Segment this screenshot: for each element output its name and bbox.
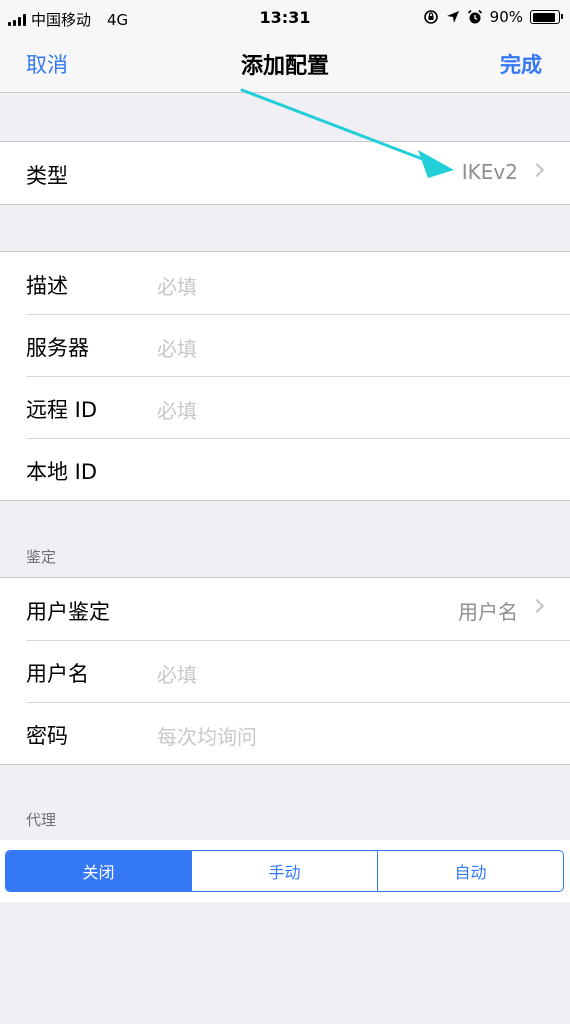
annotation-arrow-icon bbox=[240, 88, 454, 178]
